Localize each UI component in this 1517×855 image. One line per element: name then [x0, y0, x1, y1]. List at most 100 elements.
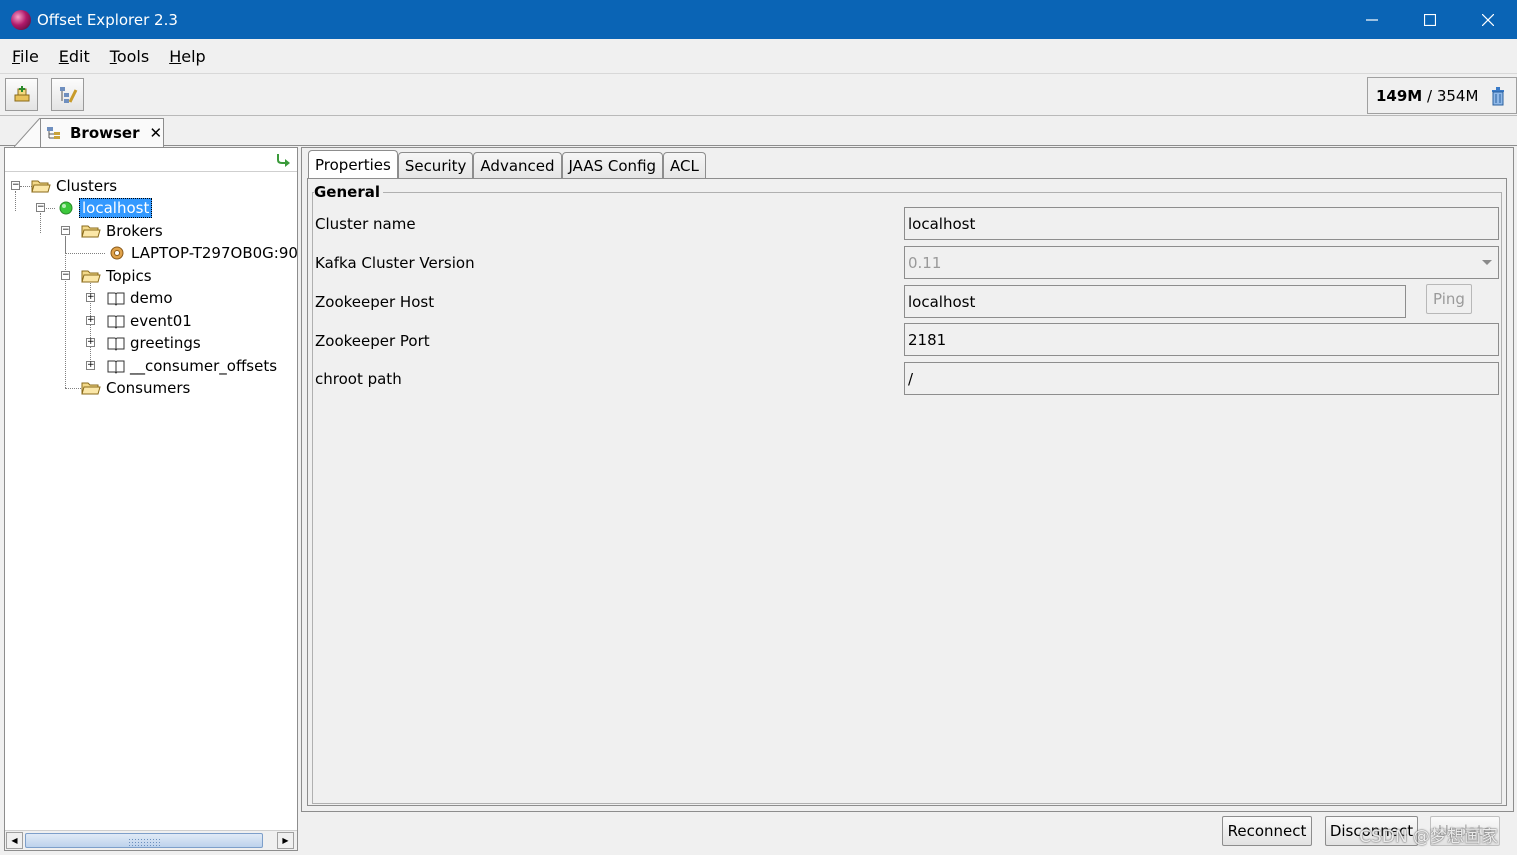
action-button-bar: Reconnect Disconnect Update CSDN @梦想画家 [301, 812, 1514, 853]
app-logo-icon [11, 9, 31, 30]
expand-topic-icon[interactable]: + [86, 293, 95, 302]
expand-topic-icon[interactable]: + [86, 361, 95, 370]
tab-browser[interactable]: Browser ✕ [40, 118, 164, 147]
chevron-down-icon [1482, 260, 1492, 265]
scroll-right-icon[interactable]: ▶ [277, 832, 294, 849]
title-bar: Offset Explorer 2.3 [0, 0, 1517, 39]
menu-file[interactable]: File [12, 47, 39, 66]
reconnect-button[interactable]: Reconnect [1222, 816, 1312, 846]
zookeeper-port-field[interactable]: 2181 [904, 323, 1499, 356]
collapse-localhost-icon[interactable]: − [36, 203, 45, 212]
general-group-border [312, 192, 1502, 804]
memory-used: 149M [1376, 86, 1423, 105]
connected-status-icon [59, 201, 73, 215]
menu-help[interactable]: Help [169, 47, 205, 66]
topic-book-icon [107, 315, 125, 329]
minimize-icon [1366, 18, 1378, 21]
tree-line [40, 213, 41, 233]
tree-label-topic: event01 [130, 312, 192, 330]
tree-node-topic[interactable]: greetings [107, 332, 201, 354]
tree-label-topics: Topics [106, 267, 152, 285]
menu-edit[interactable]: Edit [59, 47, 90, 66]
tree-edit-icon [59, 86, 77, 103]
cluster-name-label: Cluster name [315, 215, 416, 233]
tree-horizontal-scrollbar[interactable]: ◀ ▶ [5, 830, 297, 850]
tree-node-topics[interactable]: Topics [81, 265, 152, 287]
document-tab-strip: Browser ✕ [0, 116, 1517, 147]
topic-book-icon [107, 292, 125, 306]
chroot-path-field[interactable]: / [904, 362, 1499, 395]
properties-panel: Properties Security Advanced JAAS Config… [301, 147, 1514, 812]
tree-node-topic[interactable]: event01 [107, 310, 192, 332]
refresh-icon[interactable] [275, 152, 291, 168]
expand-topic-icon[interactable]: + [86, 338, 95, 347]
tree-node-brokers[interactable]: Brokers [81, 220, 163, 242]
menu-tools[interactable]: Tools [110, 47, 149, 66]
zookeeper-host-field[interactable]: localhost [904, 285, 1406, 318]
tab-security[interactable]: Security [397, 152, 474, 178]
expand-topic-icon[interactable]: + [86, 316, 95, 325]
memory-separator: / [1422, 86, 1437, 105]
tree-node-topic[interactable]: demo [107, 287, 173, 309]
zookeeper-port-label: Zookeeper Port [315, 332, 430, 350]
ping-button[interactable]: Ping [1426, 284, 1472, 314]
tree-label-broker: LAPTOP-T297OB0G:909 [131, 244, 297, 262]
broker-gear-icon [110, 246, 124, 260]
close-tab-icon[interactable]: ✕ [150, 124, 163, 142]
tab-jaas-config[interactable]: JAAS Config [561, 152, 664, 178]
general-group-title: General [314, 183, 383, 201]
menu-bar: File Edit Tools Help [0, 39, 1517, 74]
cluster-name-field[interactable]: localhost [904, 207, 1499, 240]
watermark: CSDN @梦想画家 [1359, 827, 1498, 847]
add-cluster-icon [14, 85, 29, 101]
cluster-tree: − Clusters − localhost − Brokers LAPTOP-… [5, 173, 297, 828]
tree-line [65, 388, 81, 389]
tree-node-localhost[interactable]: localhost [59, 197, 153, 219]
tab-properties[interactable]: Properties [308, 150, 398, 178]
window-title: Offset Explorer 2.3 [37, 10, 178, 29]
toolbar: 149M / 354M [0, 75, 1517, 116]
tree-node-topic[interactable]: __consumer_offsets [107, 355, 277, 377]
maximize-button[interactable] [1401, 0, 1459, 39]
folder-open-icon [81, 270, 101, 283]
properties-tab-content: General Cluster name localhost Kafka Clu… [307, 178, 1507, 806]
tree-label-topic: __consumer_offsets [130, 357, 278, 375]
trash-icon[interactable] [1490, 86, 1506, 106]
tree-header [5, 148, 297, 172]
edit-tree-button[interactable] [51, 78, 84, 111]
kafka-version-value: 0.11 [908, 253, 942, 272]
kafka-version-label: Kafka Cluster Version [315, 254, 475, 272]
collapse-brokers-icon[interactable]: − [61, 226, 70, 235]
add-cluster-button[interactable] [5, 78, 38, 111]
window-controls [1343, 0, 1517, 39]
collapse-clusters-icon[interactable]: − [11, 181, 20, 190]
folder-open-icon [31, 180, 51, 193]
collapse-topics-icon[interactable]: − [61, 271, 70, 280]
tree-node-consumers[interactable]: Consumers [81, 377, 190, 399]
zookeeper-host-label: Zookeeper Host [315, 293, 435, 311]
scroll-left-icon[interactable]: ◀ [6, 832, 23, 849]
tab-acl[interactable]: ACL [663, 152, 706, 178]
properties-tab-bar: Properties Security Advanced JAAS Config… [308, 150, 706, 179]
browser-tree-icon [47, 127, 60, 139]
close-window-button[interactable] [1459, 0, 1517, 39]
tab-advanced[interactable]: Advanced [473, 152, 562, 178]
tree-label-consumers: Consumers [106, 379, 191, 397]
topic-book-icon [107, 360, 125, 374]
tree-label-brokers: Brokers [106, 222, 163, 240]
scrollbar-thumb[interactable] [25, 833, 263, 848]
kafka-version-select[interactable]: 0.11 [904, 246, 1499, 279]
minimize-button[interactable] [1343, 0, 1401, 39]
tree-node-clusters[interactable]: Clusters [31, 175, 117, 197]
cluster-tree-panel: − Clusters − localhost − Brokers LAPTOP-… [4, 147, 298, 851]
scrollbar-grip [128, 838, 162, 846]
topic-book-icon [107, 337, 125, 351]
tree-label-clusters: Clusters [56, 177, 118, 195]
folder-open-icon [81, 225, 101, 238]
tab-browser-label: Browser [70, 124, 140, 142]
maximize-icon [1424, 13, 1436, 26]
tree-line [65, 236, 66, 388]
tree-label-topic: greetings [130, 334, 201, 352]
tree-line [15, 191, 16, 211]
tree-node-broker[interactable]: LAPTOP-T297OB0G:909 [109, 242, 297, 264]
